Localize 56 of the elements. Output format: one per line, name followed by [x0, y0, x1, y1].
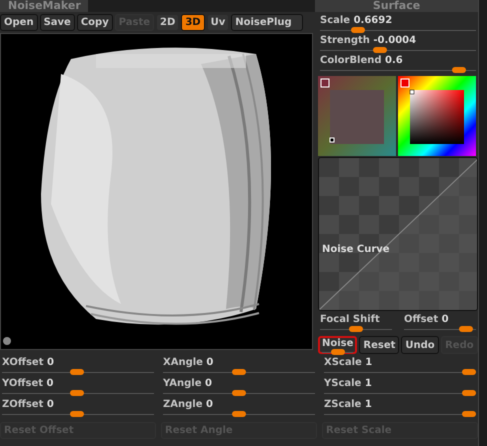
- slider-thumb[interactable]: [462, 369, 476, 375]
- slider-label: XScale 1: [323, 357, 374, 368]
- toolbar-button[interactable]: Open: [0, 14, 38, 31]
- slider[interactable]: [320, 27, 476, 33]
- slider-label: Scale 0.6692: [319, 15, 394, 26]
- slider[interactable]: [163, 390, 315, 396]
- slider[interactable]: [324, 411, 476, 417]
- mode-button[interactable]: Uv: [206, 14, 230, 31]
- slider-thumb[interactable]: [70, 411, 84, 417]
- slider-label: Strength -0.0004: [319, 35, 418, 46]
- slider-label: ZScale 1: [323, 399, 373, 410]
- slider-label: ColorBlend 0.6: [319, 55, 404, 66]
- slider-thumb[interactable]: [330, 349, 345, 355]
- noise-slider-button[interactable]: Noise: [318, 336, 358, 354]
- slider[interactable]: [320, 326, 392, 332]
- slider[interactable]: [2, 390, 154, 396]
- slider-thumb[interactable]: [70, 390, 84, 396]
- slider[interactable]: [324, 390, 476, 396]
- slider-label: Focal Shift: [319, 314, 381, 325]
- slider-thumb[interactable]: [459, 326, 474, 332]
- mode-button[interactable]: 3D: [181, 14, 205, 31]
- slider-thumb[interactable]: [70, 369, 84, 375]
- slider-label: XAngle 0: [162, 357, 214, 368]
- slider[interactable]: [404, 326, 476, 332]
- slider-label: YAngle 0: [162, 378, 213, 389]
- slider-thumb[interactable]: [351, 27, 366, 33]
- curve-label: Noise Curve: [322, 244, 390, 255]
- slider[interactable]: [2, 369, 154, 375]
- curve-button[interactable]: Undo: [401, 336, 439, 354]
- color-picker[interactable]: [398, 76, 476, 156]
- toolbar-button[interactable]: Save: [40, 14, 75, 31]
- slider[interactable]: [163, 411, 315, 417]
- slider-label: Offset 0: [403, 314, 450, 325]
- slider-label: YScale 1: [323, 378, 373, 389]
- slider-label: YOffset 0: [1, 378, 54, 389]
- toolbar-button[interactable]: Copy: [76, 14, 113, 31]
- slider-label: ZOffset 0: [1, 399, 55, 410]
- slider-thumb[interactable]: [462, 411, 476, 417]
- slider[interactable]: [2, 411, 154, 417]
- curve-button[interactable]: Reset: [359, 336, 400, 354]
- slider[interactable]: [320, 47, 476, 53]
- plugin-button[interactable]: NoisePlug: [231, 14, 304, 31]
- slider-thumb[interactable]: [372, 47, 387, 53]
- slider-thumb[interactable]: [452, 67, 466, 73]
- slider-label: ZAngle 0: [162, 399, 214, 410]
- slider-thumb[interactable]: [349, 326, 363, 332]
- slider-thumb[interactable]: [462, 390, 476, 396]
- slider[interactable]: [163, 369, 315, 375]
- slider-thumb[interactable]: [232, 390, 246, 396]
- slider-label: XOffset 0: [1, 357, 55, 368]
- color-picker[interactable]: [318, 76, 396, 156]
- slider-thumb[interactable]: [232, 411, 246, 417]
- slider[interactable]: [320, 67, 476, 73]
- slider[interactable]: [324, 369, 476, 375]
- slider-thumb[interactable]: [232, 369, 246, 375]
- mode-button[interactable]: 2D: [156, 14, 180, 31]
